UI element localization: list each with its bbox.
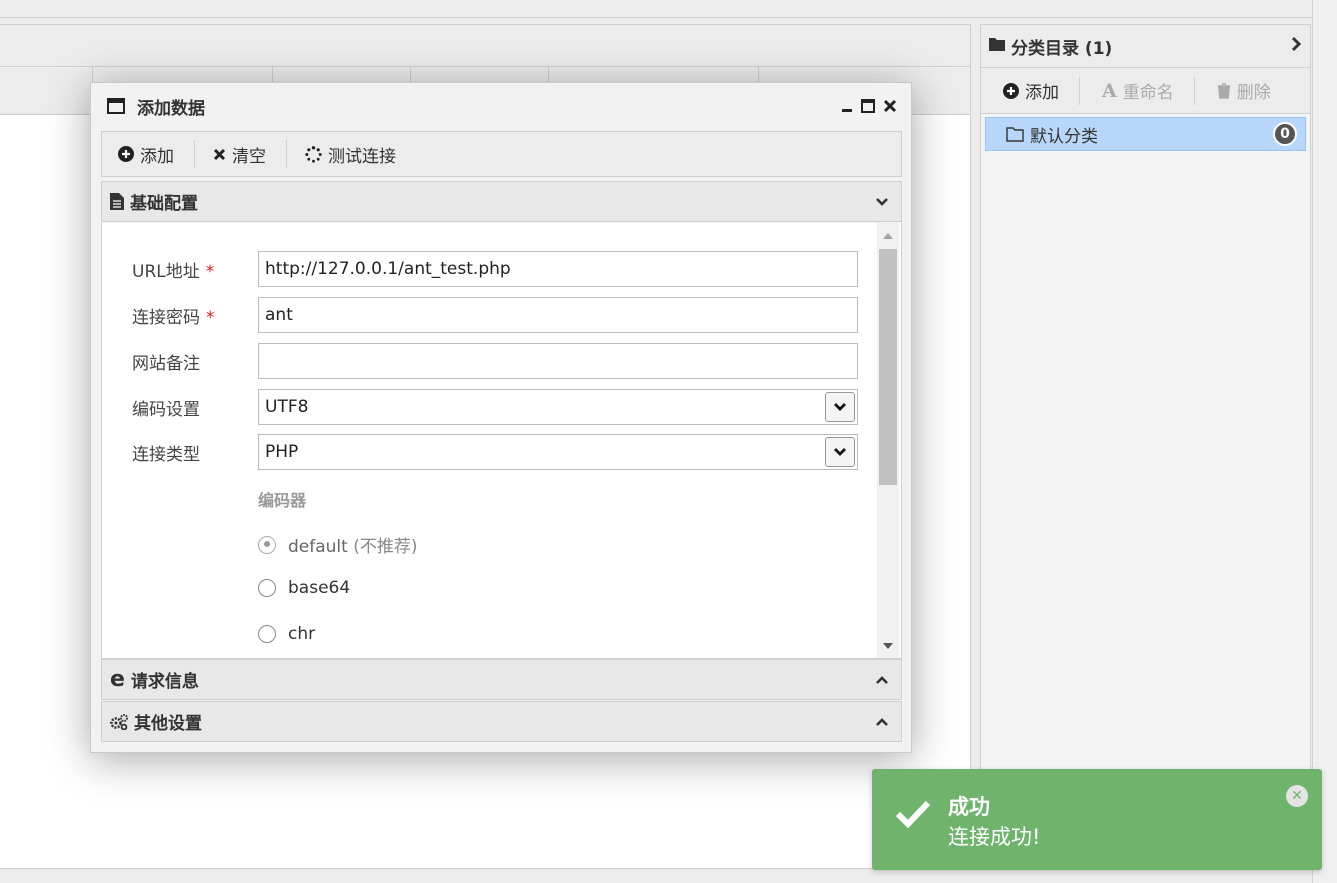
category-title: 分类目录 (1)	[1011, 38, 1113, 59]
toast-message: 连接成功!	[948, 825, 1041, 849]
clear-button[interactable]: 清空	[213, 142, 286, 167]
minimize-icon[interactable]	[841, 99, 853, 113]
chevron-down-icon	[825, 437, 855, 467]
scroll-thumb[interactable]	[879, 249, 897, 485]
file-text-icon	[110, 193, 124, 210]
category-rename-button[interactable]: A 重命名	[1102, 78, 1194, 104]
basic-config-header[interactable]: 基础配置	[101, 181, 902, 222]
window-edge	[1312, 0, 1337, 883]
category-header: 分类目录 (1)	[981, 25, 1310, 68]
radio-icon	[258, 535, 276, 554]
chevron-down-icon	[825, 392, 855, 422]
font-icon: A	[1102, 79, 1117, 102]
dialog-toolbar: 添加 清空 测试连接	[101, 131, 902, 177]
type-select[interactable]: PHP	[258, 434, 858, 470]
url-input[interactable]: http://127.0.0.1/ant_test.php	[258, 251, 858, 287]
plus-circle-icon	[118, 146, 134, 162]
encoding-value: UTF8	[265, 397, 309, 417]
encoder-default-radio[interactable]: default (不推荐)	[258, 532, 418, 557]
radio-icon	[258, 579, 276, 597]
chevron-up-icon	[876, 675, 888, 684]
password-label: 连接密码 *	[132, 307, 215, 328]
category-item-label: 默认分类	[1030, 126, 1098, 147]
other-settings-header[interactable]: 其他设置	[101, 701, 902, 742]
clear-button-label: 清空	[232, 146, 266, 167]
category-add-button[interactable]: 添加	[1003, 78, 1079, 103]
category-add-label: 添加	[1025, 83, 1059, 103]
close-icon[interactable]: ✕	[1286, 785, 1308, 807]
add-data-dialog: 添加数据 添加 清空 测试连接 基础配置 URL地址 * http://127.…	[90, 82, 912, 753]
encoder-title: 编码器	[258, 491, 307, 510]
close-icon[interactable]	[883, 99, 897, 113]
scroll-up-icon[interactable]	[883, 233, 893, 239]
note-row: 网站备注	[132, 343, 858, 379]
other-settings-title: 其他设置	[134, 714, 202, 734]
encoder-default-label: default	[288, 537, 348, 557]
dialog-titlebar[interactable]: 添加数据	[91, 83, 911, 129]
folder-open-icon	[1006, 126, 1024, 142]
password-row: 连接密码 * ant	[132, 297, 858, 333]
edge-icon: e	[110, 666, 125, 692]
chevron-down-icon	[876, 197, 888, 206]
top-bar	[0, 0, 1312, 18]
add-button[interactable]: 添加	[118, 142, 194, 167]
category-delete-button[interactable]: 删除	[1217, 78, 1291, 103]
success-toast: 成功 连接成功! ✕	[872, 769, 1322, 870]
type-label: 连接类型	[132, 444, 200, 465]
encoder-chr-radio[interactable]: chr	[258, 624, 315, 644]
gears-icon	[110, 713, 128, 730]
spinner-icon	[305, 145, 322, 163]
basic-config-title: 基础配置	[130, 194, 198, 214]
check-icon	[895, 800, 931, 829]
category-delete-label: 删除	[1236, 83, 1271, 103]
type-row: 连接类型 PHP	[132, 434, 858, 470]
add-button-label: 添加	[140, 146, 174, 167]
test-connection-button[interactable]: 测试连接	[305, 142, 416, 167]
chevron-right-icon[interactable]	[1290, 36, 1302, 57]
category-toolbar: 添加 A 重命名 删除	[981, 68, 1310, 114]
request-info-title: 请求信息	[130, 672, 199, 692]
password-input[interactable]: ant	[258, 297, 858, 333]
trash-icon	[1217, 82, 1230, 99]
test-connection-label: 测试连接	[328, 146, 396, 167]
encoding-select[interactable]: UTF8	[258, 389, 858, 425]
chevron-up-icon	[876, 717, 888, 726]
encoder-chr-label: chr	[288, 624, 316, 644]
category-count-badge: 0	[1273, 122, 1297, 146]
maximize-icon[interactable]	[861, 99, 875, 113]
scroll-down-icon[interactable]	[883, 643, 893, 649]
toast-title: 成功	[948, 795, 990, 819]
folder-icon	[989, 36, 1005, 56]
plus-circle-icon	[1003, 82, 1019, 99]
encoding-label: 编码设置	[132, 399, 200, 420]
encoder-base64-label: base64	[288, 578, 351, 598]
encoder-base64-radio[interactable]: base64	[258, 578, 350, 598]
dialog-title: 添加数据	[137, 98, 205, 119]
encoding-row: 编码设置 UTF8	[132, 389, 858, 425]
request-info-header[interactable]: e 请求信息	[101, 659, 902, 700]
url-label: URL地址 *	[132, 261, 215, 282]
category-rename-label: 重命名	[1122, 83, 1174, 103]
category-panel: 分类目录 (1) 添加 A 重命名 删除 默认分类 0	[980, 24, 1311, 869]
note-input[interactable]	[258, 343, 858, 379]
note-label: 网站备注	[132, 353, 200, 374]
category-item[interactable]: 默认分类 0	[985, 117, 1306, 151]
times-icon	[213, 148, 226, 160]
radio-icon	[258, 625, 276, 643]
url-row: URL地址 * http://127.0.0.1/ant_test.php	[132, 251, 858, 287]
window-icon	[107, 98, 125, 114]
type-value: PHP	[265, 442, 299, 462]
data-list-header	[0, 25, 970, 67]
status-bar	[0, 868, 1312, 883]
form-scrollbar[interactable]	[877, 223, 899, 658]
basic-config-form: URL地址 * http://127.0.0.1/ant_test.php 连接密…	[101, 223, 902, 659]
encoder-default-note: (不推荐)	[353, 537, 418, 557]
